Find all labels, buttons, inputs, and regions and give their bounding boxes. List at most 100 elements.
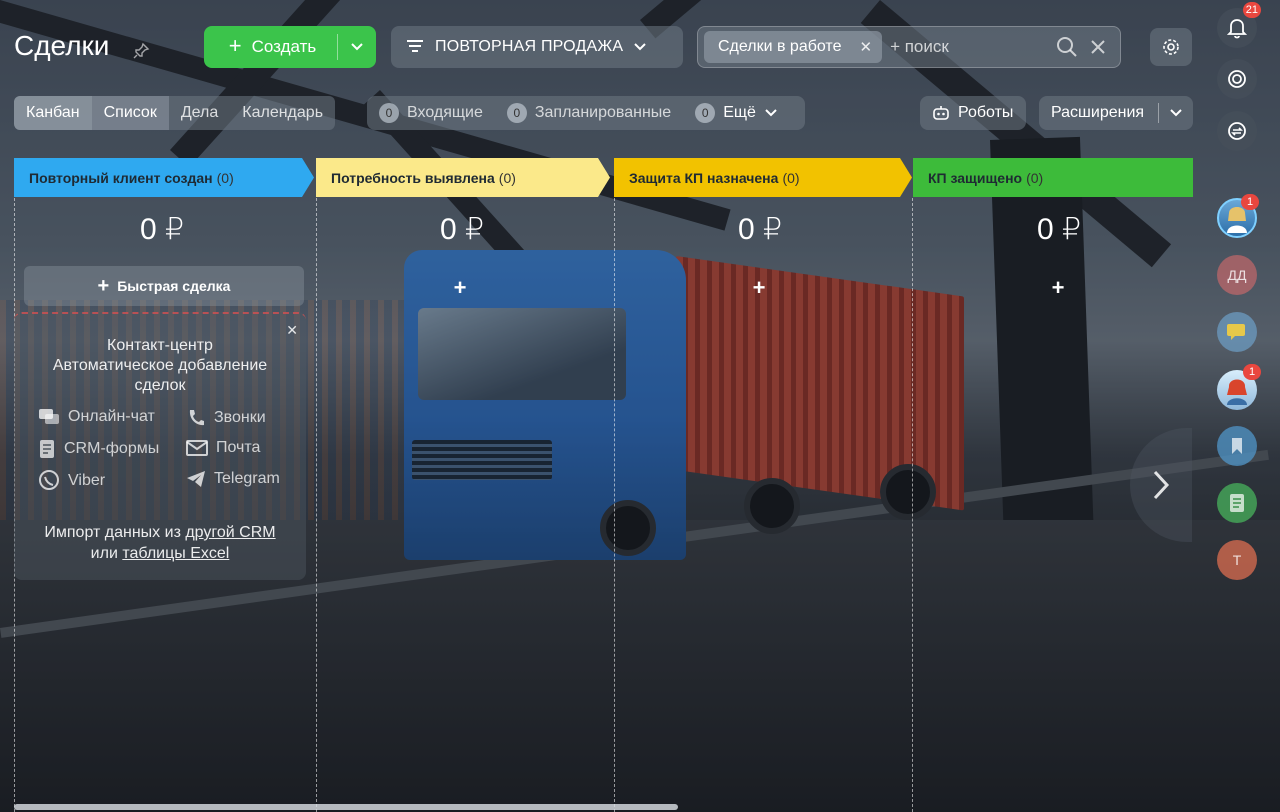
add-deal-button[interactable]: + [611,275,907,301]
import-text: Импорт данных из другой CRM или таблицы … [44,524,276,562]
clear-search-icon[interactable] [1090,39,1106,55]
stage-header-3[interactable]: Защита КП назначена (0) [614,158,912,197]
import-crm-link[interactable]: другой CRM [185,524,275,541]
chevron-down-icon [634,43,646,51]
notifications-badge: 21 [1242,2,1261,18]
view-list[interactable]: Список [91,96,169,130]
extensions-button[interactable]: Расширения [1039,96,1193,130]
divider [1158,103,1160,123]
stage-title: Потребность выявлена [331,169,495,186]
chevron-down-icon[interactable] [1169,108,1183,118]
avatar-badge: 1 [1241,194,1259,210]
robots-button[interactable]: Роботы [920,96,1026,130]
create-label: Создать [251,37,317,56]
channel-telegram[interactable]: Telegram [186,470,280,488]
stage-header-2[interactable]: Потребность выявлена (0) [316,158,610,197]
funnel-icon [407,40,423,52]
stage-sum: 0 ₽ [139,213,185,246]
stage-sum: 0 ₽ [439,213,485,246]
stage-count: (0) [216,169,234,186]
counter-planned[interactable]: 0 Запланированные [506,103,672,123]
quick-deal-label: Быстрая сделка [117,278,231,294]
notifications-button[interactable]: 21 [1217,2,1261,48]
chat-sync-icon [1228,122,1246,140]
activity-counters: 0 Входящие 0 Запланированные 0 Ещё [367,96,805,130]
search-icon[interactable] [1056,36,1078,58]
target-icon [1228,70,1246,88]
notes-button[interactable] [1217,483,1257,523]
channel-viber[interactable]: Viber [38,470,105,492]
import-excel-link[interactable]: таблицы Excel [122,545,229,562]
stage-count: (0) [1026,169,1044,186]
filter-chip-label: Сделки в работе [718,38,842,55]
plus-icon: + [97,275,110,297]
counter-label: Ещё [723,104,756,121]
avatar-initials[interactable]: Т [1217,540,1257,580]
avatar-initials[interactable]: ДД [1217,255,1257,295]
quick-deal-button[interactable]: + Быстрая сделка [24,266,304,306]
notes-icon [1230,494,1244,512]
stage-title: КП защищено [928,169,1023,186]
channel-calls[interactable]: Звонки [186,408,266,428]
add-deal-button[interactable]: + [312,275,608,301]
stage-sum: 0 ₽ [737,213,783,246]
category-filter-button[interactable]: ПОВТОРНАЯ ПРОДАЖА [391,26,683,68]
counter-more[interactable]: 0 Ещё [695,103,778,123]
create-button-main[interactable]: + Создать [204,26,337,68]
counter-badge: 0 [695,103,716,123]
counter-badge: 0 [379,103,399,123]
channel-mail[interactable]: Почта [186,439,260,457]
chevron-right-icon [1153,470,1170,500]
add-deal-button[interactable]: + [910,275,1206,301]
counter-badge: 0 [506,103,527,123]
contact-center-title: Контакт-центр Автоматическое добавление … [52,337,268,394]
robot-icon [933,106,949,120]
stage-count: (0) [782,169,800,186]
chat-avatar[interactable] [1217,312,1257,352]
chat-icon [39,409,59,424]
viber-icon [39,470,59,490]
bookmark-icon [1232,438,1242,454]
extensions-label: Расширения [1051,104,1145,121]
close-icon[interactable]: ✕ [859,38,872,56]
horizontal-scrollbar[interactable] [14,804,678,810]
phone-icon [189,410,204,426]
avatar-badge: 1 [1243,364,1261,380]
page-title: Сделки [14,30,110,61]
user-avatar-icon [1227,379,1247,405]
sync-chat-button[interactable] [1217,111,1257,151]
stage-title: Повторный клиент создан [29,169,213,186]
avatar[interactable]: 1 [1217,364,1261,410]
settings-button[interactable] [1150,28,1192,66]
avatar[interactable]: 1 [1217,194,1259,238]
counter-label: Входящие [407,104,483,121]
create-button[interactable]: + Создать [204,26,376,68]
form-icon [40,440,54,458]
copilot-button[interactable] [1217,59,1257,99]
stage-count: (0) [498,169,516,186]
view-calendar[interactable]: Календарь [230,96,335,130]
search-input[interactable]: + поиск [890,37,1056,57]
chevron-down-icon [765,109,777,117]
telegram-icon [187,471,205,487]
search-bar[interactable]: Сделки в работе ✕ + поиск [697,26,1121,68]
stage-header-1[interactable]: Повторный клиент создан (0) [14,158,314,197]
mail-icon [186,440,208,456]
view-kanban[interactable]: Канбан [14,96,92,130]
pin-icon[interactable] [132,42,150,60]
plus-icon: + [228,33,242,58]
contact-center-card: ✕ Контакт-центр Автоматическое добавлени… [14,312,306,580]
channel-crm-forms[interactable]: CRM-формы [38,439,159,459]
stage-header-4[interactable]: КП защищено (0) [913,158,1193,197]
channel-online-chat[interactable]: Онлайн-чат [38,408,155,426]
filter-chip[interactable]: Сделки в работе ✕ [704,31,883,63]
category-filter-label: ПОВТОРНАЯ ПРОДАЖА [435,38,624,55]
counter-incoming[interactable]: 0 Входящие [379,103,483,123]
counter-label: Запланированные [534,104,672,121]
bookmark-button[interactable] [1217,426,1257,466]
chat-icon [1227,324,1245,340]
create-dropdown-button[interactable] [338,42,376,52]
view-activities[interactable]: Дела [169,96,230,130]
view-switcher: Канбан Список Дела Календарь [14,96,336,130]
gear-icon [1163,39,1179,55]
